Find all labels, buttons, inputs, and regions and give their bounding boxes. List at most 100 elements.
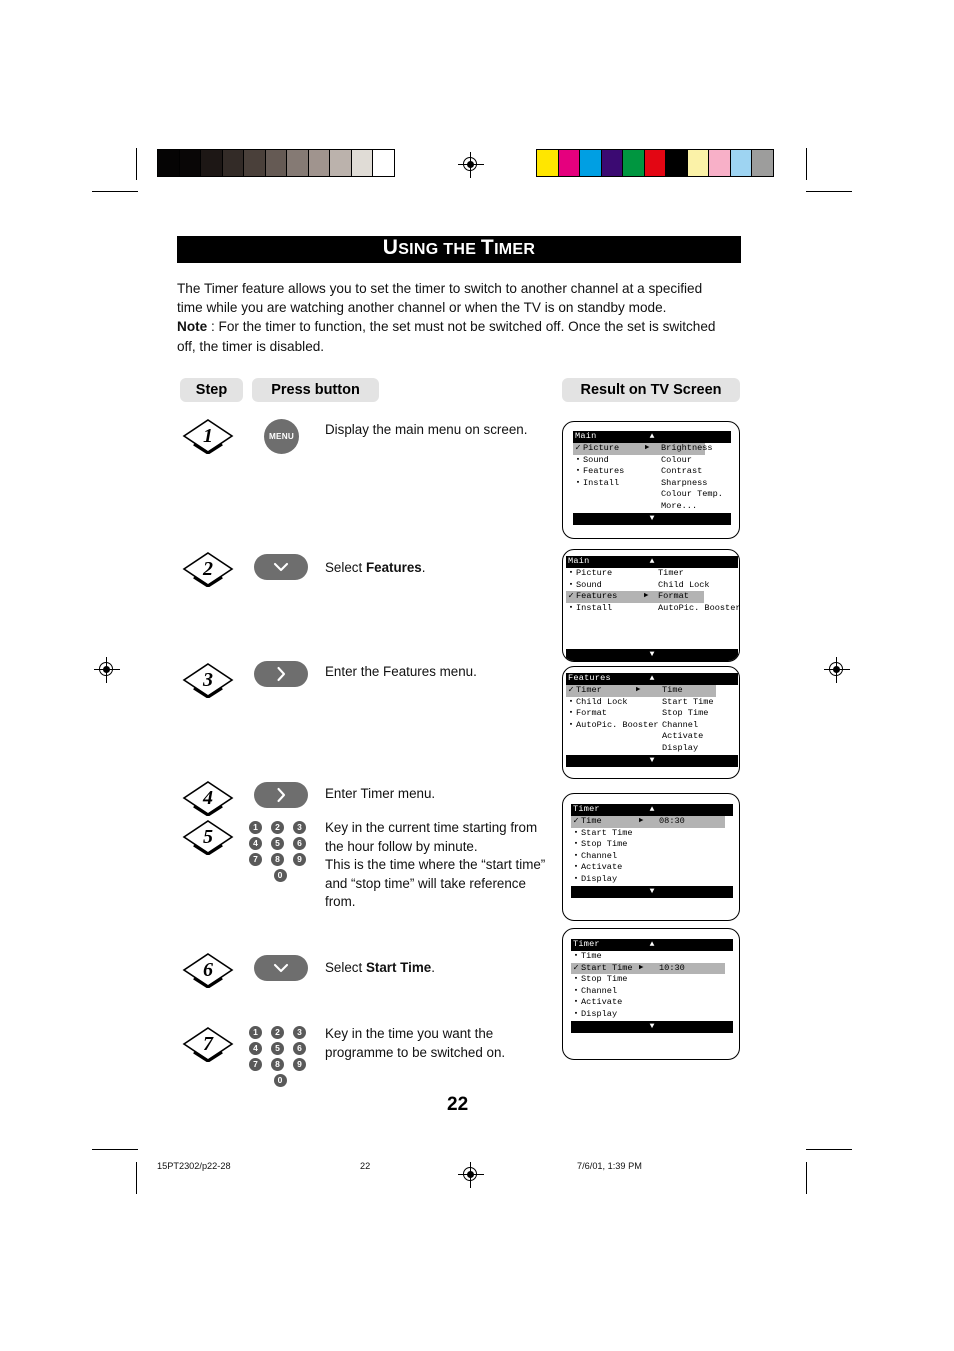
osd-submenu-item[interactable]: Start Time (662, 697, 714, 709)
osd-menu-row[interactable]: Colour Temp. (573, 489, 731, 501)
osd-submenu-item[interactable]: Display (662, 743, 698, 755)
osd-submenu-item[interactable]: Activate (662, 731, 703, 743)
osd-submenu-item[interactable]: Stop Time (662, 708, 708, 720)
colour-swatch (665, 149, 688, 177)
osd-menu-row[interactable]: ▪ Stop Time (571, 839, 733, 851)
osd-submenu-item[interactable]: Child Lock (658, 580, 710, 592)
osd-menu-row[interactable]: More... (573, 501, 731, 513)
osd-menu-row[interactable]: Display (566, 743, 738, 755)
osd-menu-row[interactable]: ▪ Sound Colour (573, 455, 731, 467)
osd-menu-row[interactable]: ✓ Timer ▶ Time (566, 685, 716, 697)
osd-submenu-item[interactable]: Time (662, 685, 683, 697)
scroll-down-arrow-icon[interactable]: ▼ (650, 1021, 655, 1033)
osd-submenu-item[interactable]: Colour (661, 455, 692, 467)
keypad-key-5[interactable]: 5 (271, 1042, 284, 1055)
chevron-right-icon (277, 787, 286, 803)
osd-menu-row[interactable]: ▪ AutoPic. Booster Channel (566, 720, 738, 732)
osd-submenu-item[interactable]: Colour Temp. (661, 489, 723, 501)
menu-button[interactable]: MENU (264, 419, 299, 454)
cursor-down-button-step2[interactable] (254, 554, 308, 580)
colour-swatch (286, 149, 309, 177)
scroll-up-arrow-icon[interactable]: ▲ (650, 431, 655, 443)
osd-submenu-item[interactable]: Format (658, 591, 689, 603)
keypad-key-6[interactable]: 6 (293, 1042, 306, 1055)
colour-swatch (751, 149, 774, 177)
osd-submenu-slot: AutoPic. Booster (566, 603, 739, 615)
osd-submenu-item[interactable]: Timer (658, 568, 684, 580)
keypad-key-8[interactable]: 8 (271, 853, 284, 866)
osd-menu-row[interactable]: ▪ Channel (571, 851, 733, 863)
osd-menu-row[interactable]: ▪ Channel (571, 986, 733, 998)
scroll-down-arrow-icon[interactable]: ▼ (650, 513, 655, 525)
keypad-key-8[interactable]: 8 (271, 1058, 284, 1071)
osd-submenu-item[interactable]: AutoPic. Booster (658, 603, 739, 615)
osd-submenu-slot: Activate (566, 731, 738, 743)
osd-menu-row[interactable]: ✓ Picture ▶ Brightness (573, 443, 713, 455)
keypad-key-4[interactable]: 4 (249, 837, 262, 850)
osd-menu-row[interactable]: ▪ Activate (571, 997, 733, 1009)
keypad-key-9[interactable]: 9 (293, 853, 306, 866)
keypad-key-1[interactable]: 1 (249, 821, 262, 834)
keypad-row: 789 (249, 853, 311, 866)
osd-title-bar: Main ▲ (573, 431, 731, 443)
numeric-keypad-step7[interactable]: 123 456 7890 (249, 1026, 311, 1090)
osd-menu-row[interactable]: ▪ Format Stop Time (566, 708, 738, 720)
scroll-down-arrow-icon[interactable]: ▼ (650, 886, 655, 898)
osd-menu-row[interactable]: ▪ Sound Child Lock (566, 580, 738, 592)
scroll-up-arrow-icon[interactable]: ▲ (650, 673, 655, 685)
keypad-key-1[interactable]: 1 (249, 1026, 262, 1039)
instruction-step-6-bold: Start Time (365, 960, 432, 975)
osd-menu-row[interactable]: Activate (566, 731, 738, 743)
scroll-up-arrow-icon[interactable]: ▲ (650, 556, 655, 568)
osd-menu-row[interactable]: ▪ Features Contrast (573, 466, 731, 478)
osd-item-label: Time (581, 951, 602, 961)
keypad-key-5[interactable]: 5 (271, 837, 284, 850)
osd-submenu-item[interactable]: More... (661, 501, 697, 513)
osd-menu-row[interactable]: ▪ Activate (571, 862, 733, 874)
osd-bottom-bar: ▼ (573, 512, 731, 525)
keypad-key-0[interactable]: 0 (273, 869, 287, 882)
osd-menu-row[interactable]: ✓ Features ▶ Format (566, 591, 704, 603)
scroll-down-arrow-icon[interactable]: ▼ (650, 755, 655, 767)
osd-menu-row[interactable]: ▪ Child Lock Start Time (566, 697, 738, 709)
osd-menu-row[interactable]: ▪ Display (571, 874, 733, 886)
osd-submenu-item[interactable]: Contrast (661, 466, 702, 478)
osd-submenu-item[interactable]: Channel (662, 720, 698, 732)
colour-swatch (536, 149, 559, 177)
cursor-down-button-step6[interactable] (254, 955, 308, 981)
keypad-key-6[interactable]: 6 (293, 837, 306, 850)
scroll-up-arrow-icon[interactable]: ▲ (650, 804, 655, 816)
keypad-key-2[interactable]: 2 (271, 821, 284, 834)
osd-menu-row[interactable]: ▪ Install Sharpness (573, 478, 731, 490)
osd-submenu-item[interactable]: Brightness (661, 443, 713, 455)
osd-submenu-item[interactable]: Sharpness (661, 478, 707, 490)
osd-menu-row[interactable]: ▪ Start Time (571, 828, 733, 840)
osd-menu-row[interactable]: ✓ Start Time ▶ 10:30 (571, 962, 725, 975)
osd-rows: ✓ Time ▶ 08:30 ▪ Start Time ▪ Stop Time ▪ Channel… (571, 816, 733, 886)
intro-line-1: The Timer feature allows you to set the … (177, 281, 703, 296)
scroll-down-arrow-icon[interactable]: ▼ (650, 649, 655, 661)
instruction-step-6: Select Start Time. (325, 959, 555, 978)
colour-swatch (708, 149, 731, 177)
keypad-key-3[interactable]: 3 (293, 1026, 306, 1039)
osd-rows: ▪ Time ✓ Start Time ▶ 10:30 ▪ Stop Time ▪ Channel… (571, 951, 733, 1021)
scroll-up-arrow-icon[interactable]: ▲ (650, 939, 655, 951)
osd-menu-row[interactable]: ▪ Picture Timer (566, 568, 738, 580)
keypad-key-3[interactable]: 3 (293, 821, 306, 834)
osd-menu-row[interactable]: ✓ Time ▶ 08:30 (571, 816, 725, 828)
cursor-right-button-step4[interactable] (254, 782, 308, 808)
osd-bottom-bar: ▼ (566, 754, 738, 767)
osd-menu-row[interactable]: ▪ Display (571, 1009, 733, 1021)
osd-menu-row[interactable]: ▪ Stop Time (571, 974, 733, 986)
keypad-key-0[interactable]: 0 (273, 1074, 287, 1087)
keypad-key-2[interactable]: 2 (271, 1026, 284, 1039)
osd-menu-row[interactable]: ▪ Time (571, 951, 733, 963)
keypad-key-9[interactable]: 9 (293, 1058, 306, 1071)
keypad-key-7[interactable]: 7 (249, 853, 262, 866)
osd-spacer (566, 614, 738, 649)
keypad-key-4[interactable]: 4 (249, 1042, 262, 1055)
cursor-right-button-step3[interactable] (254, 661, 308, 687)
keypad-key-7[interactable]: 7 (249, 1058, 262, 1071)
osd-menu-row[interactable]: ▪ Install AutoPic. Booster (566, 603, 739, 615)
numeric-keypad-step5[interactable]: 1234567890 (249, 821, 311, 885)
